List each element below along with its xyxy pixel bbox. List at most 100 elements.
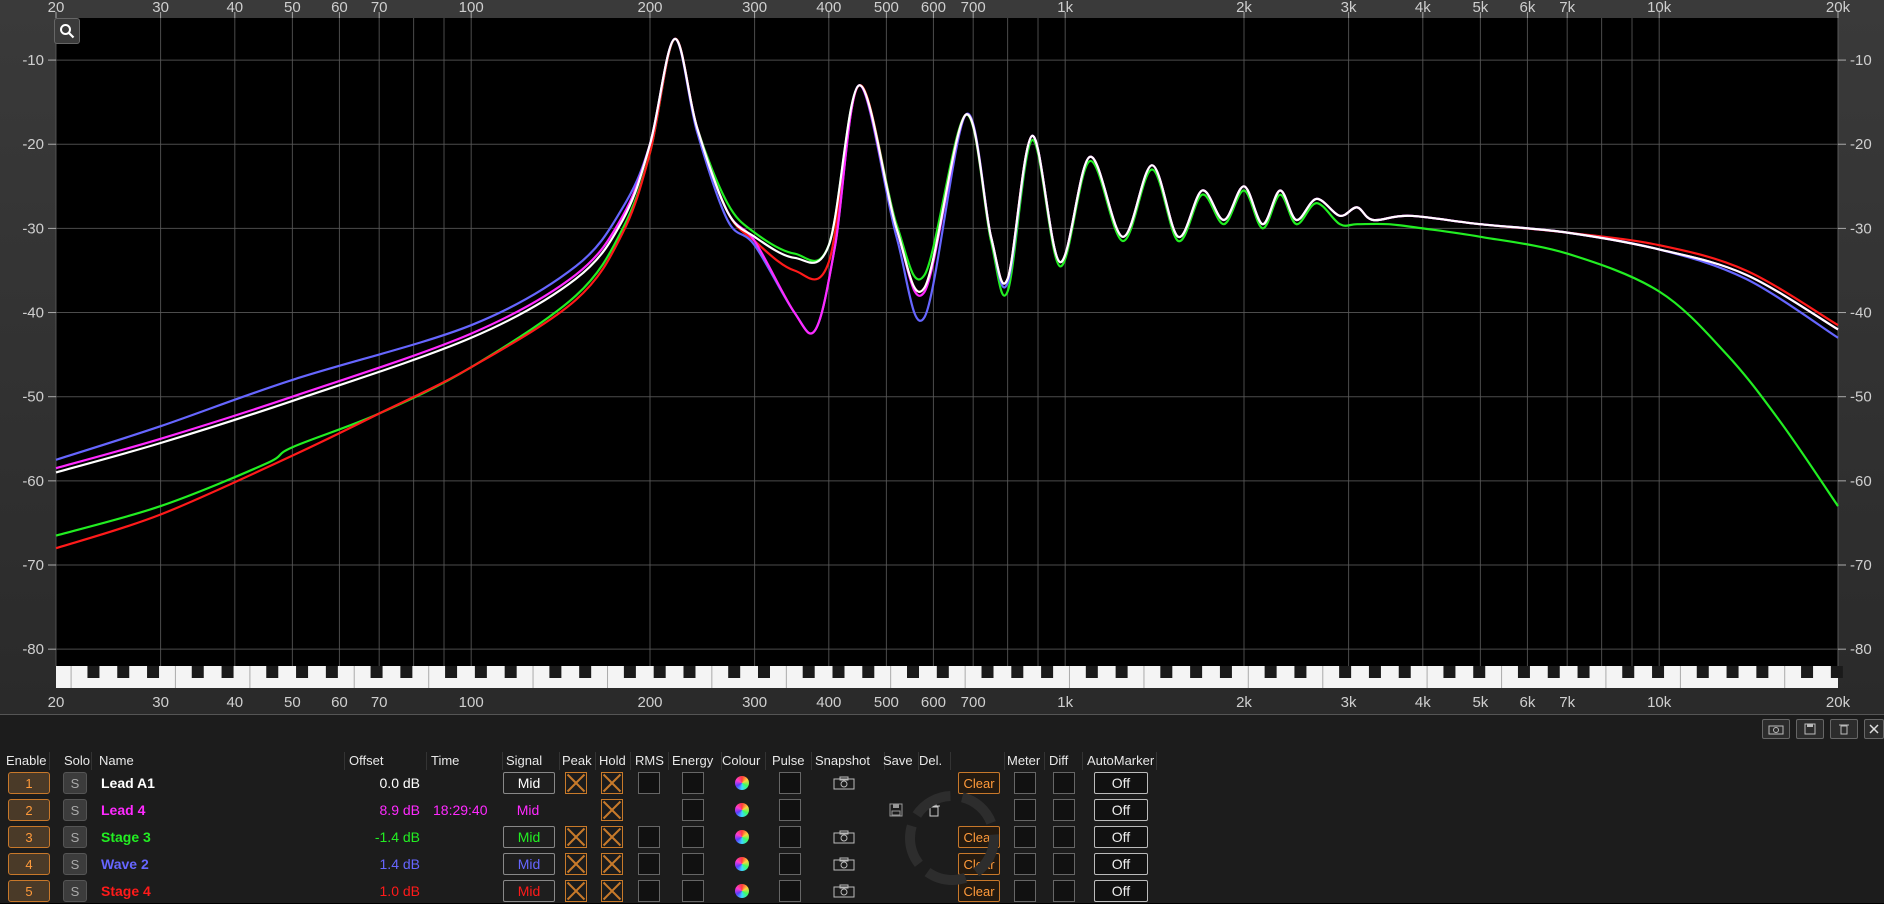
- colour-picker[interactable]: [735, 857, 749, 871]
- camera-icon[interactable]: [833, 884, 855, 898]
- close-panel-button[interactable]: [1864, 719, 1884, 739]
- colour-picker[interactable]: [735, 803, 749, 817]
- measurement-name[interactable]: Wave 2: [101, 851, 149, 877]
- measurement-name[interactable]: Lead A1: [101, 770, 155, 796]
- automarker-button[interactable]: Off: [1094, 772, 1148, 794]
- piano-black-key: [1041, 666, 1054, 678]
- x-tick-label: 4k: [1415, 694, 1431, 711]
- offset-value[interactable]: 8.9 dB: [320, 797, 420, 823]
- measurement-name[interactable]: Stage 3: [101, 824, 151, 850]
- peak-checkbox[interactable]: [565, 880, 587, 902]
- colour-picker[interactable]: [735, 830, 749, 844]
- signal-selector[interactable]: Mid: [503, 802, 553, 818]
- piano-black-key: [907, 666, 920, 678]
- signal-selector[interactable]: Mid: [503, 826, 555, 848]
- diff-checkbox[interactable]: [1053, 826, 1075, 848]
- diff-checkbox[interactable]: [1053, 853, 1075, 875]
- save-all-button[interactable]: [1796, 719, 1824, 739]
- offset-value[interactable]: 0.0 dB: [320, 770, 420, 796]
- piano-black-key: [1294, 666, 1307, 678]
- x-tick-label: 400: [816, 0, 841, 16]
- rms-checkbox[interactable]: [638, 853, 660, 875]
- delete-all-button[interactable]: [1830, 719, 1858, 739]
- x-tick-label: 40: [226, 694, 243, 711]
- hold-checkbox[interactable]: [601, 826, 623, 848]
- signal-selector[interactable]: Mid: [503, 853, 555, 875]
- solo-button[interactable]: S: [63, 880, 87, 902]
- enable-button[interactable]: 2: [8, 799, 50, 821]
- automarker-button[interactable]: Off: [1094, 880, 1148, 902]
- x-tick-label: 20: [48, 694, 65, 711]
- pulse-checkbox[interactable]: [779, 826, 801, 848]
- measurement-name[interactable]: Lead 4: [101, 797, 145, 823]
- peak-checkbox[interactable]: [565, 826, 587, 848]
- camera-icon: [1768, 725, 1784, 734]
- enable-button[interactable]: 5: [8, 880, 50, 902]
- offset-value[interactable]: -1.4 dB: [320, 824, 420, 850]
- offset-value[interactable]: 1.4 dB: [320, 851, 420, 877]
- x-tick-label: 1k: [1057, 0, 1073, 16]
- meter-checkbox[interactable]: [1014, 799, 1036, 821]
- diff-checkbox[interactable]: [1053, 880, 1075, 902]
- energy-checkbox[interactable]: [682, 826, 704, 848]
- zoom-button[interactable]: [54, 18, 80, 44]
- pulse-checkbox[interactable]: [779, 880, 801, 902]
- camera-icon[interactable]: [833, 830, 855, 844]
- x-tick-label: 30: [152, 0, 169, 16]
- energy-checkbox[interactable]: [682, 880, 704, 902]
- x-tick-label: 500: [874, 694, 899, 711]
- y-tick-label: -80: [22, 641, 44, 658]
- rms-checkbox[interactable]: [638, 772, 660, 794]
- enable-button[interactable]: 4: [8, 853, 50, 875]
- energy-checkbox[interactable]: [682, 772, 704, 794]
- automarker-button[interactable]: Off: [1094, 853, 1148, 875]
- peak-checkbox[interactable]: [565, 853, 587, 875]
- y-tick-label: -50: [1850, 389, 1872, 406]
- energy-checkbox[interactable]: [682, 853, 704, 875]
- piano-black-key: [936, 666, 949, 678]
- camera-icon[interactable]: [833, 776, 855, 790]
- solo-button[interactable]: S: [63, 853, 87, 875]
- signal-selector[interactable]: Mid: [503, 880, 555, 902]
- solo-button[interactable]: S: [63, 772, 87, 794]
- hold-checkbox[interactable]: [601, 853, 623, 875]
- y-tick-label: -30: [22, 220, 44, 237]
- solo-button[interactable]: S: [63, 826, 87, 848]
- hold-checkbox[interactable]: [601, 772, 623, 794]
- colour-picker[interactable]: [735, 884, 749, 898]
- enable-button[interactable]: 3: [8, 826, 50, 848]
- automarker-button[interactable]: Off: [1094, 826, 1148, 848]
- colour-picker[interactable]: [735, 776, 749, 790]
- y-tick-label: -60: [1850, 473, 1872, 490]
- hold-checkbox[interactable]: [601, 880, 623, 902]
- signal-selector[interactable]: Mid: [503, 772, 555, 794]
- energy-checkbox[interactable]: [682, 799, 704, 821]
- piano-black-key: [191, 666, 204, 678]
- x-tick-label: 5k: [1472, 694, 1488, 711]
- piano-black-key: [1264, 666, 1277, 678]
- meter-checkbox[interactable]: [1014, 853, 1036, 875]
- piano-black-key: [504, 666, 517, 678]
- peak-checkbox[interactable]: [565, 772, 587, 794]
- automarker-button[interactable]: Off: [1094, 799, 1148, 821]
- camera-icon[interactable]: [833, 857, 855, 871]
- offset-value[interactable]: 1.0 dB: [320, 878, 420, 904]
- snapshot-all-button[interactable]: [1762, 719, 1790, 739]
- meter-checkbox[interactable]: [1014, 880, 1036, 902]
- frequency-response-plot[interactable]: -10 -10 -20 -20 -30 -30 -40 -40 -50 -50 -60 -60 -70 -…: [0, 0, 1884, 714]
- meter-checkbox[interactable]: [1014, 772, 1036, 794]
- enable-button[interactable]: 1: [8, 772, 50, 794]
- header-solo: Solo: [58, 752, 92, 770]
- rms-checkbox[interactable]: [638, 880, 660, 902]
- measurement-name[interactable]: Stage 4: [101, 878, 151, 904]
- pulse-checkbox[interactable]: [779, 799, 801, 821]
- meter-checkbox[interactable]: [1014, 826, 1036, 848]
- pulse-checkbox[interactable]: [779, 853, 801, 875]
- solo-button[interactable]: S: [63, 799, 87, 821]
- x-tick-label: 3k: [1341, 0, 1357, 16]
- rms-checkbox[interactable]: [638, 826, 660, 848]
- diff-checkbox[interactable]: [1053, 772, 1075, 794]
- diff-checkbox[interactable]: [1053, 799, 1075, 821]
- hold-checkbox[interactable]: [601, 799, 623, 821]
- pulse-checkbox[interactable]: [779, 772, 801, 794]
